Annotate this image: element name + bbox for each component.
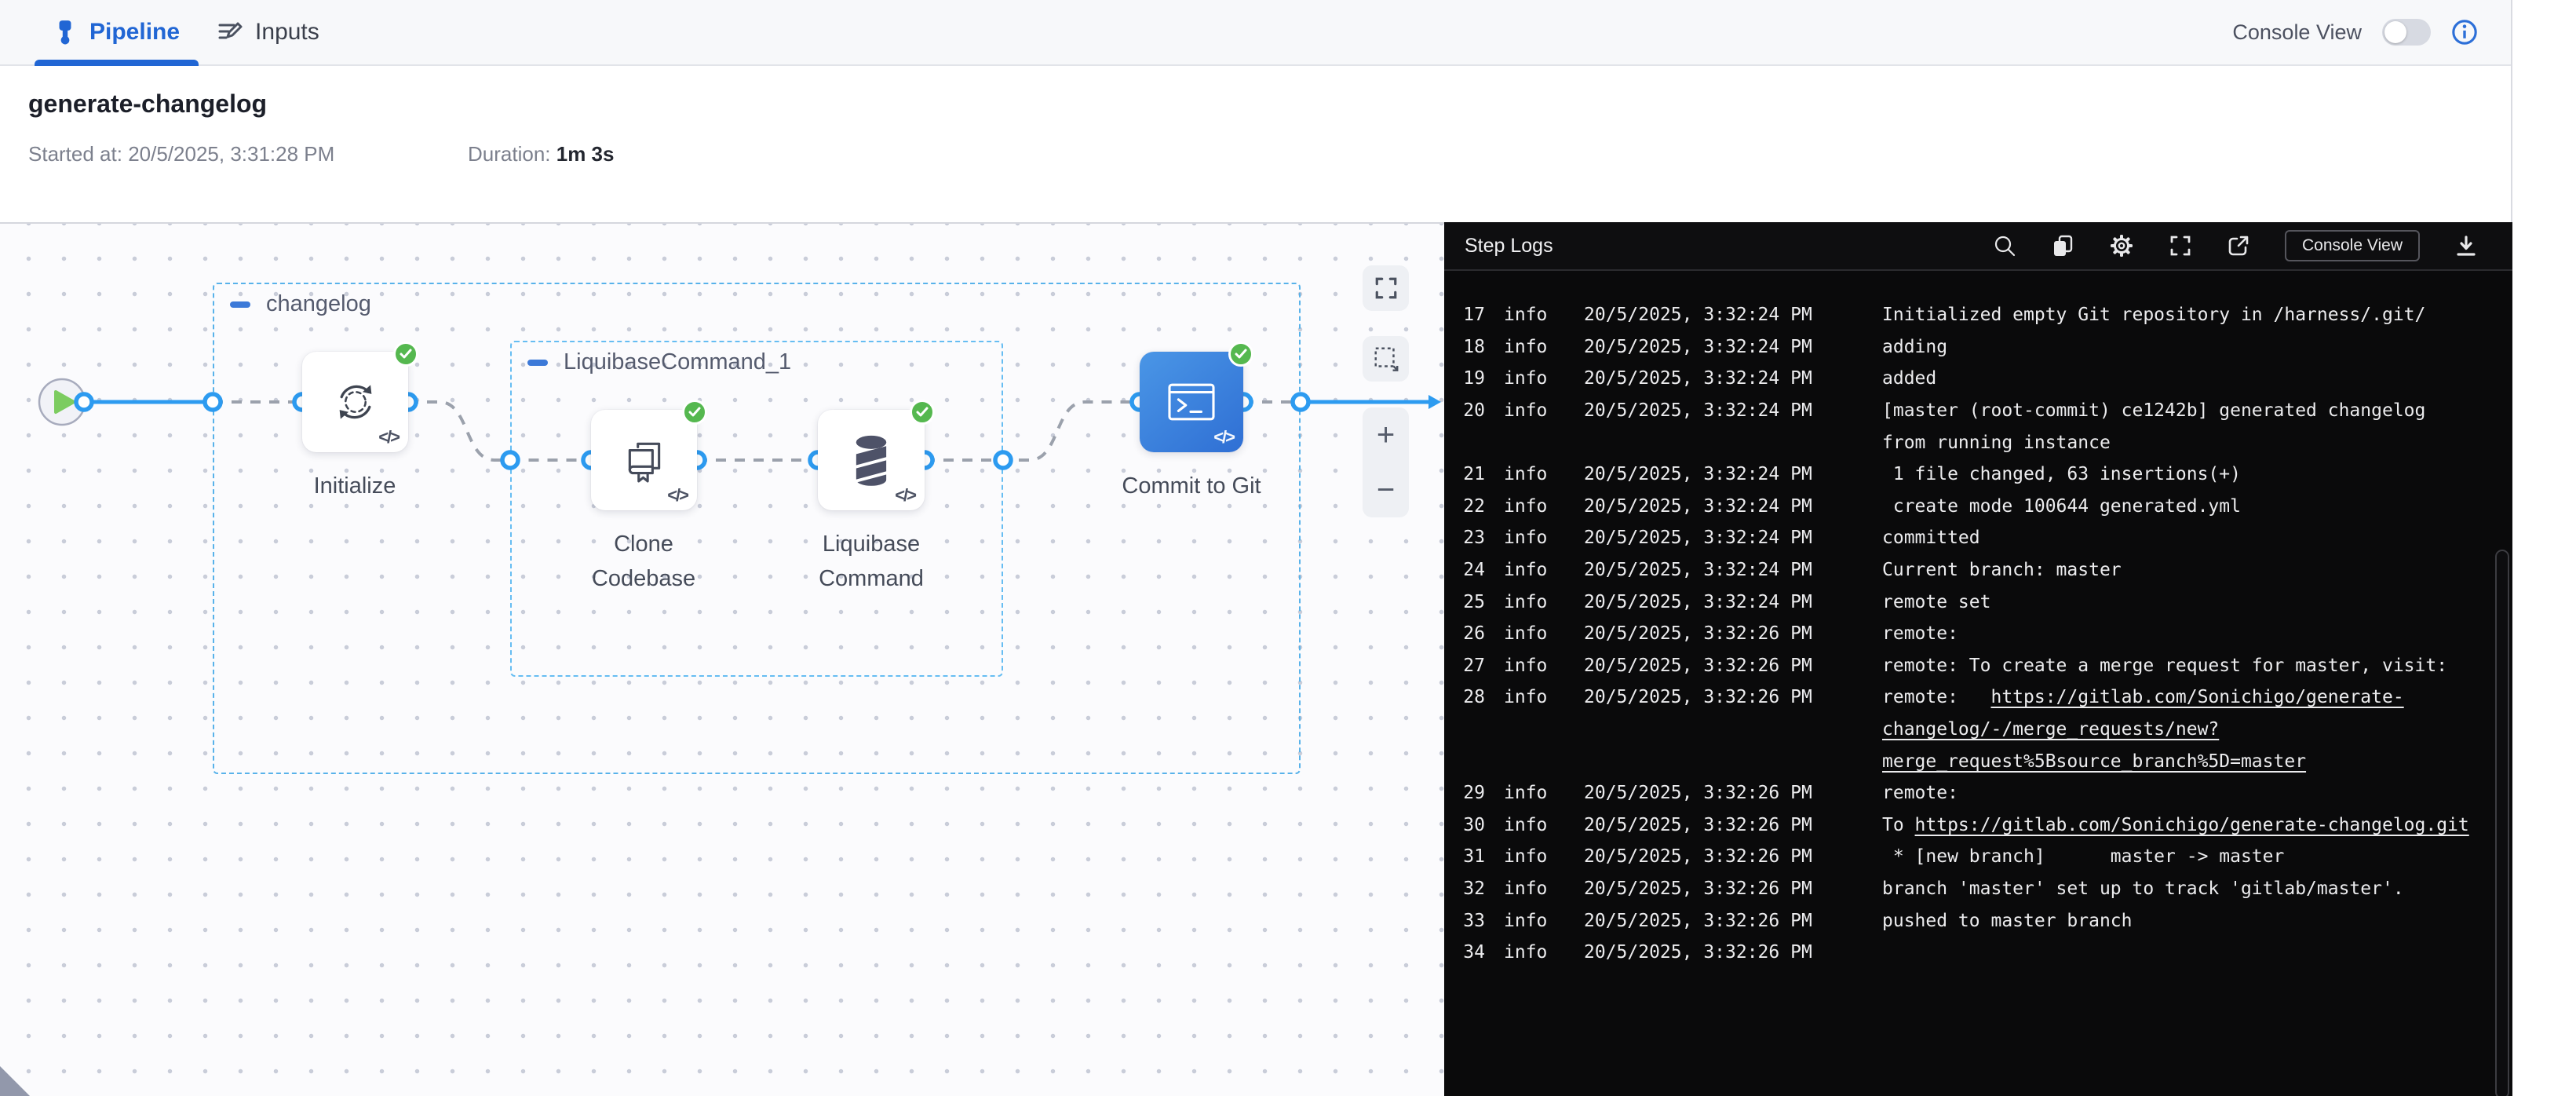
connector-port[interactable] bbox=[205, 394, 221, 410]
node-commit-to-git-label: Commit to Git bbox=[1074, 469, 1309, 503]
log-link[interactable]: changelog/-/merge_requests/new? bbox=[1882, 719, 2219, 740]
tab-pipeline[interactable]: Pipeline bbox=[35, 0, 199, 64]
canvas-corner-handle bbox=[0, 1066, 30, 1096]
terminal-icon bbox=[1166, 380, 1217, 424]
code-glyph: </> bbox=[1213, 427, 1234, 448]
log-row: from running instance bbox=[1457, 426, 2479, 458]
step-logs-header: Step Logs bbox=[1444, 222, 2512, 271]
zoom-in-button[interactable]: + bbox=[1363, 407, 1409, 462]
tab-inputs[interactable]: Inputs bbox=[199, 0, 338, 64]
marquee-select-icon bbox=[1372, 345, 1400, 373]
node-clone-codebase[interactable]: </> bbox=[591, 410, 697, 510]
success-check-icon bbox=[1228, 342, 1253, 367]
log-link[interactable]: merge_request%5Bsource_branch%5D=master bbox=[1882, 751, 2306, 772]
node-liquibase-command[interactable]: </> bbox=[818, 410, 925, 510]
success-check-icon bbox=[910, 400, 935, 425]
log-row: 29info20/5/2025, 3:32:26 PMremote: bbox=[1457, 777, 2479, 809]
connector-port[interactable] bbox=[502, 452, 518, 468]
node-liquibase-command-label: Liquibase Command bbox=[808, 527, 934, 596]
canvas-select-button[interactable] bbox=[1363, 336, 1409, 382]
log-row: 25info20/5/2025, 3:32:24 PMremote set bbox=[1457, 586, 2479, 618]
search-icon[interactable] bbox=[1993, 234, 2016, 258]
connector-port[interactable] bbox=[1293, 394, 1308, 410]
open-in-new-icon[interactable] bbox=[2227, 234, 2250, 258]
copy-icon[interactable] bbox=[2051, 234, 2074, 258]
canvas-zoom-panel: + − bbox=[1363, 407, 1409, 517]
log-row: 32info20/5/2025, 3:32:26 PMbranch 'maste… bbox=[1457, 873, 2479, 905]
console-view-toggle[interactable] bbox=[2382, 19, 2431, 46]
settings-gear-icon[interactable] bbox=[2109, 233, 2134, 258]
connector-dashed bbox=[408, 402, 591, 460]
zoom-out-button[interactable]: − bbox=[1363, 462, 1409, 517]
fullscreen-icon bbox=[1374, 276, 1399, 301]
log-row: 30info20/5/2025, 3:32:26 PMTo https://gi… bbox=[1457, 809, 2479, 842]
console-view-label: Console View bbox=[2232, 20, 2362, 45]
log-row: 33info20/5/2025, 3:32:26 PMpushed to mas… bbox=[1457, 904, 2479, 937]
success-check-icon bbox=[682, 400, 707, 425]
log-row: 23info20/5/2025, 3:32:24 PMcommitted bbox=[1457, 522, 2479, 554]
log-link[interactable]: https://gitlab.com/Sonichigo/generate-ch… bbox=[1915, 815, 2469, 835]
log-row: 21info20/5/2025, 3:32:24 PM 1 file chang… bbox=[1457, 458, 2479, 491]
duration: Duration: 1m 3s bbox=[468, 142, 614, 166]
console-view-group: Console View bbox=[2232, 19, 2478, 46]
node-commit-to-git[interactable]: </> bbox=[1140, 352, 1243, 452]
code-glyph: </> bbox=[378, 427, 399, 448]
log-row: changelog/-/merge_requests/new? bbox=[1457, 714, 2479, 746]
console-view-button[interactable]: Console View bbox=[2285, 230, 2420, 261]
pipeline-canvas[interactable]: changelog LiquibaseCommand_1 bbox=[0, 222, 1444, 1096]
inputs-icon bbox=[217, 20, 243, 45]
page-title: generate-changelog bbox=[28, 90, 2511, 119]
top-tab-bar: Pipeline Inputs Console View bbox=[0, 0, 2511, 66]
connector-arrowhead bbox=[1428, 395, 1441, 409]
pipeline-icon bbox=[53, 20, 77, 45]
success-check-icon bbox=[393, 342, 418, 367]
sync-icon bbox=[334, 380, 378, 424]
toggle-knob bbox=[2384, 21, 2406, 43]
log-link[interactable]: https://gitlab.com/Sonichigo/generate- bbox=[1990, 687, 2403, 707]
node-clone-codebase-label: Clone Codebase bbox=[581, 527, 706, 596]
log-lines[interactable]: 17info20/5/2025, 3:32:24 PMInitialized e… bbox=[1444, 271, 2512, 1096]
run-header: generate-changelog Started at: 20/5/2025… bbox=[0, 66, 2511, 221]
info-icon[interactable] bbox=[2451, 19, 2478, 46]
connector-dashed bbox=[925, 402, 1140, 460]
log-row: 22info20/5/2025, 3:32:24 PM create mode … bbox=[1457, 491, 2479, 523]
log-scrollbar-thumb[interactable] bbox=[2495, 550, 2509, 1096]
connector-port[interactable] bbox=[76, 394, 92, 410]
code-glyph: </> bbox=[895, 485, 915, 506]
node-initialize[interactable]: </> bbox=[302, 352, 408, 452]
code-glyph: </> bbox=[667, 485, 688, 506]
liquibase-icon bbox=[849, 433, 893, 487]
log-row: 18info20/5/2025, 3:32:24 PMadding bbox=[1457, 331, 2479, 364]
log-row: 31info20/5/2025, 3:32:26 PM * [new branc… bbox=[1457, 841, 2479, 873]
codebase-icon bbox=[622, 437, 667, 483]
connector-port[interactable] bbox=[995, 452, 1011, 468]
app-window: Pipeline Inputs Console View generate-ch… bbox=[0, 0, 2512, 1096]
tab-inputs-label: Inputs bbox=[255, 19, 319, 46]
expand-fullscreen-icon[interactable] bbox=[2169, 234, 2192, 258]
log-row: 24info20/5/2025, 3:32:24 PMCurrent branc… bbox=[1457, 554, 2479, 586]
node-initialize-label: Initialize bbox=[249, 469, 461, 503]
log-row: 34info20/5/2025, 3:32:26 PM bbox=[1457, 937, 2479, 969]
started-at: Started at: 20/5/2025, 3:31:28 PM bbox=[28, 142, 468, 166]
log-row: 19info20/5/2025, 3:32:24 PMadded bbox=[1457, 363, 2479, 395]
log-row: merge_request%5Bsource_branch%5D=master bbox=[1457, 745, 2479, 777]
step-logs-title: Step Logs bbox=[1465, 235, 1553, 258]
log-row: 27info20/5/2025, 3:32:26 PMremote: To cr… bbox=[1457, 650, 2479, 682]
log-row: 17info20/5/2025, 3:32:24 PMInitialized e… bbox=[1457, 299, 2479, 331]
log-row: 26info20/5/2025, 3:32:26 PMremote: bbox=[1457, 618, 2479, 650]
log-row: 20info20/5/2025, 3:32:24 PM[master (root… bbox=[1457, 395, 2479, 427]
step-logs-panel: Step Logs bbox=[1444, 222, 2512, 1096]
log-row: 28info20/5/2025, 3:32:26 PMremote: https… bbox=[1457, 681, 2479, 714]
download-icon[interactable] bbox=[2454, 234, 2478, 258]
canvas-fullscreen-button[interactable] bbox=[1363, 265, 1409, 311]
tab-pipeline-label: Pipeline bbox=[89, 19, 180, 46]
